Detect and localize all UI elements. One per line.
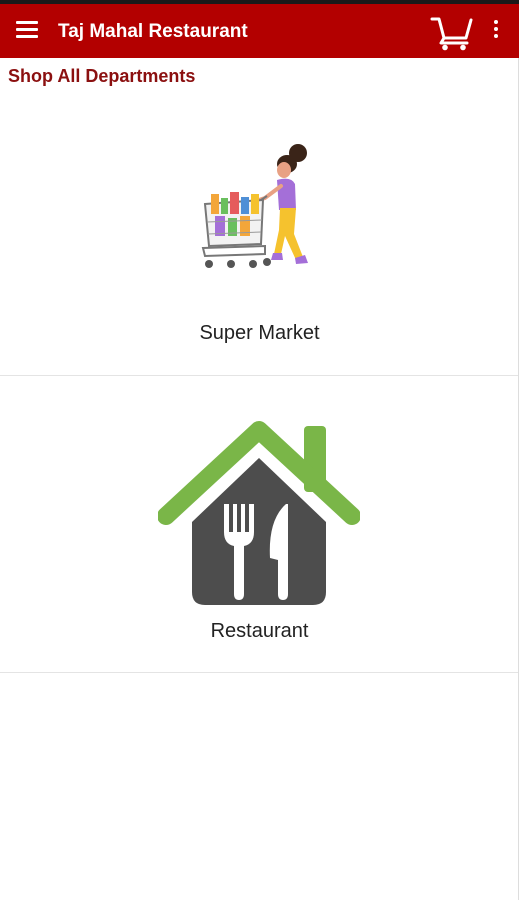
department-super-market[interactable]: Super Market — [0, 100, 519, 376]
restaurant-house-fork-knife-icon — [157, 412, 361, 608]
hamburger-menu-icon[interactable] — [16, 21, 38, 41]
supermarket-shopper-illustration — [195, 142, 320, 277]
department-label: Super Market — [199, 322, 320, 344]
shopping-cart-icon[interactable] — [430, 14, 474, 52]
more-options-icon[interactable] — [488, 20, 504, 44]
department-label: Restaurant — [210, 620, 309, 642]
app-bar: Taj Mahal Restaurant — [0, 4, 519, 58]
department-restaurant[interactable]: Restaurant — [0, 376, 519, 673]
section-title: Shop All Departments — [8, 66, 196, 86]
app-title: Taj Mahal Restaurant — [58, 21, 248, 42]
